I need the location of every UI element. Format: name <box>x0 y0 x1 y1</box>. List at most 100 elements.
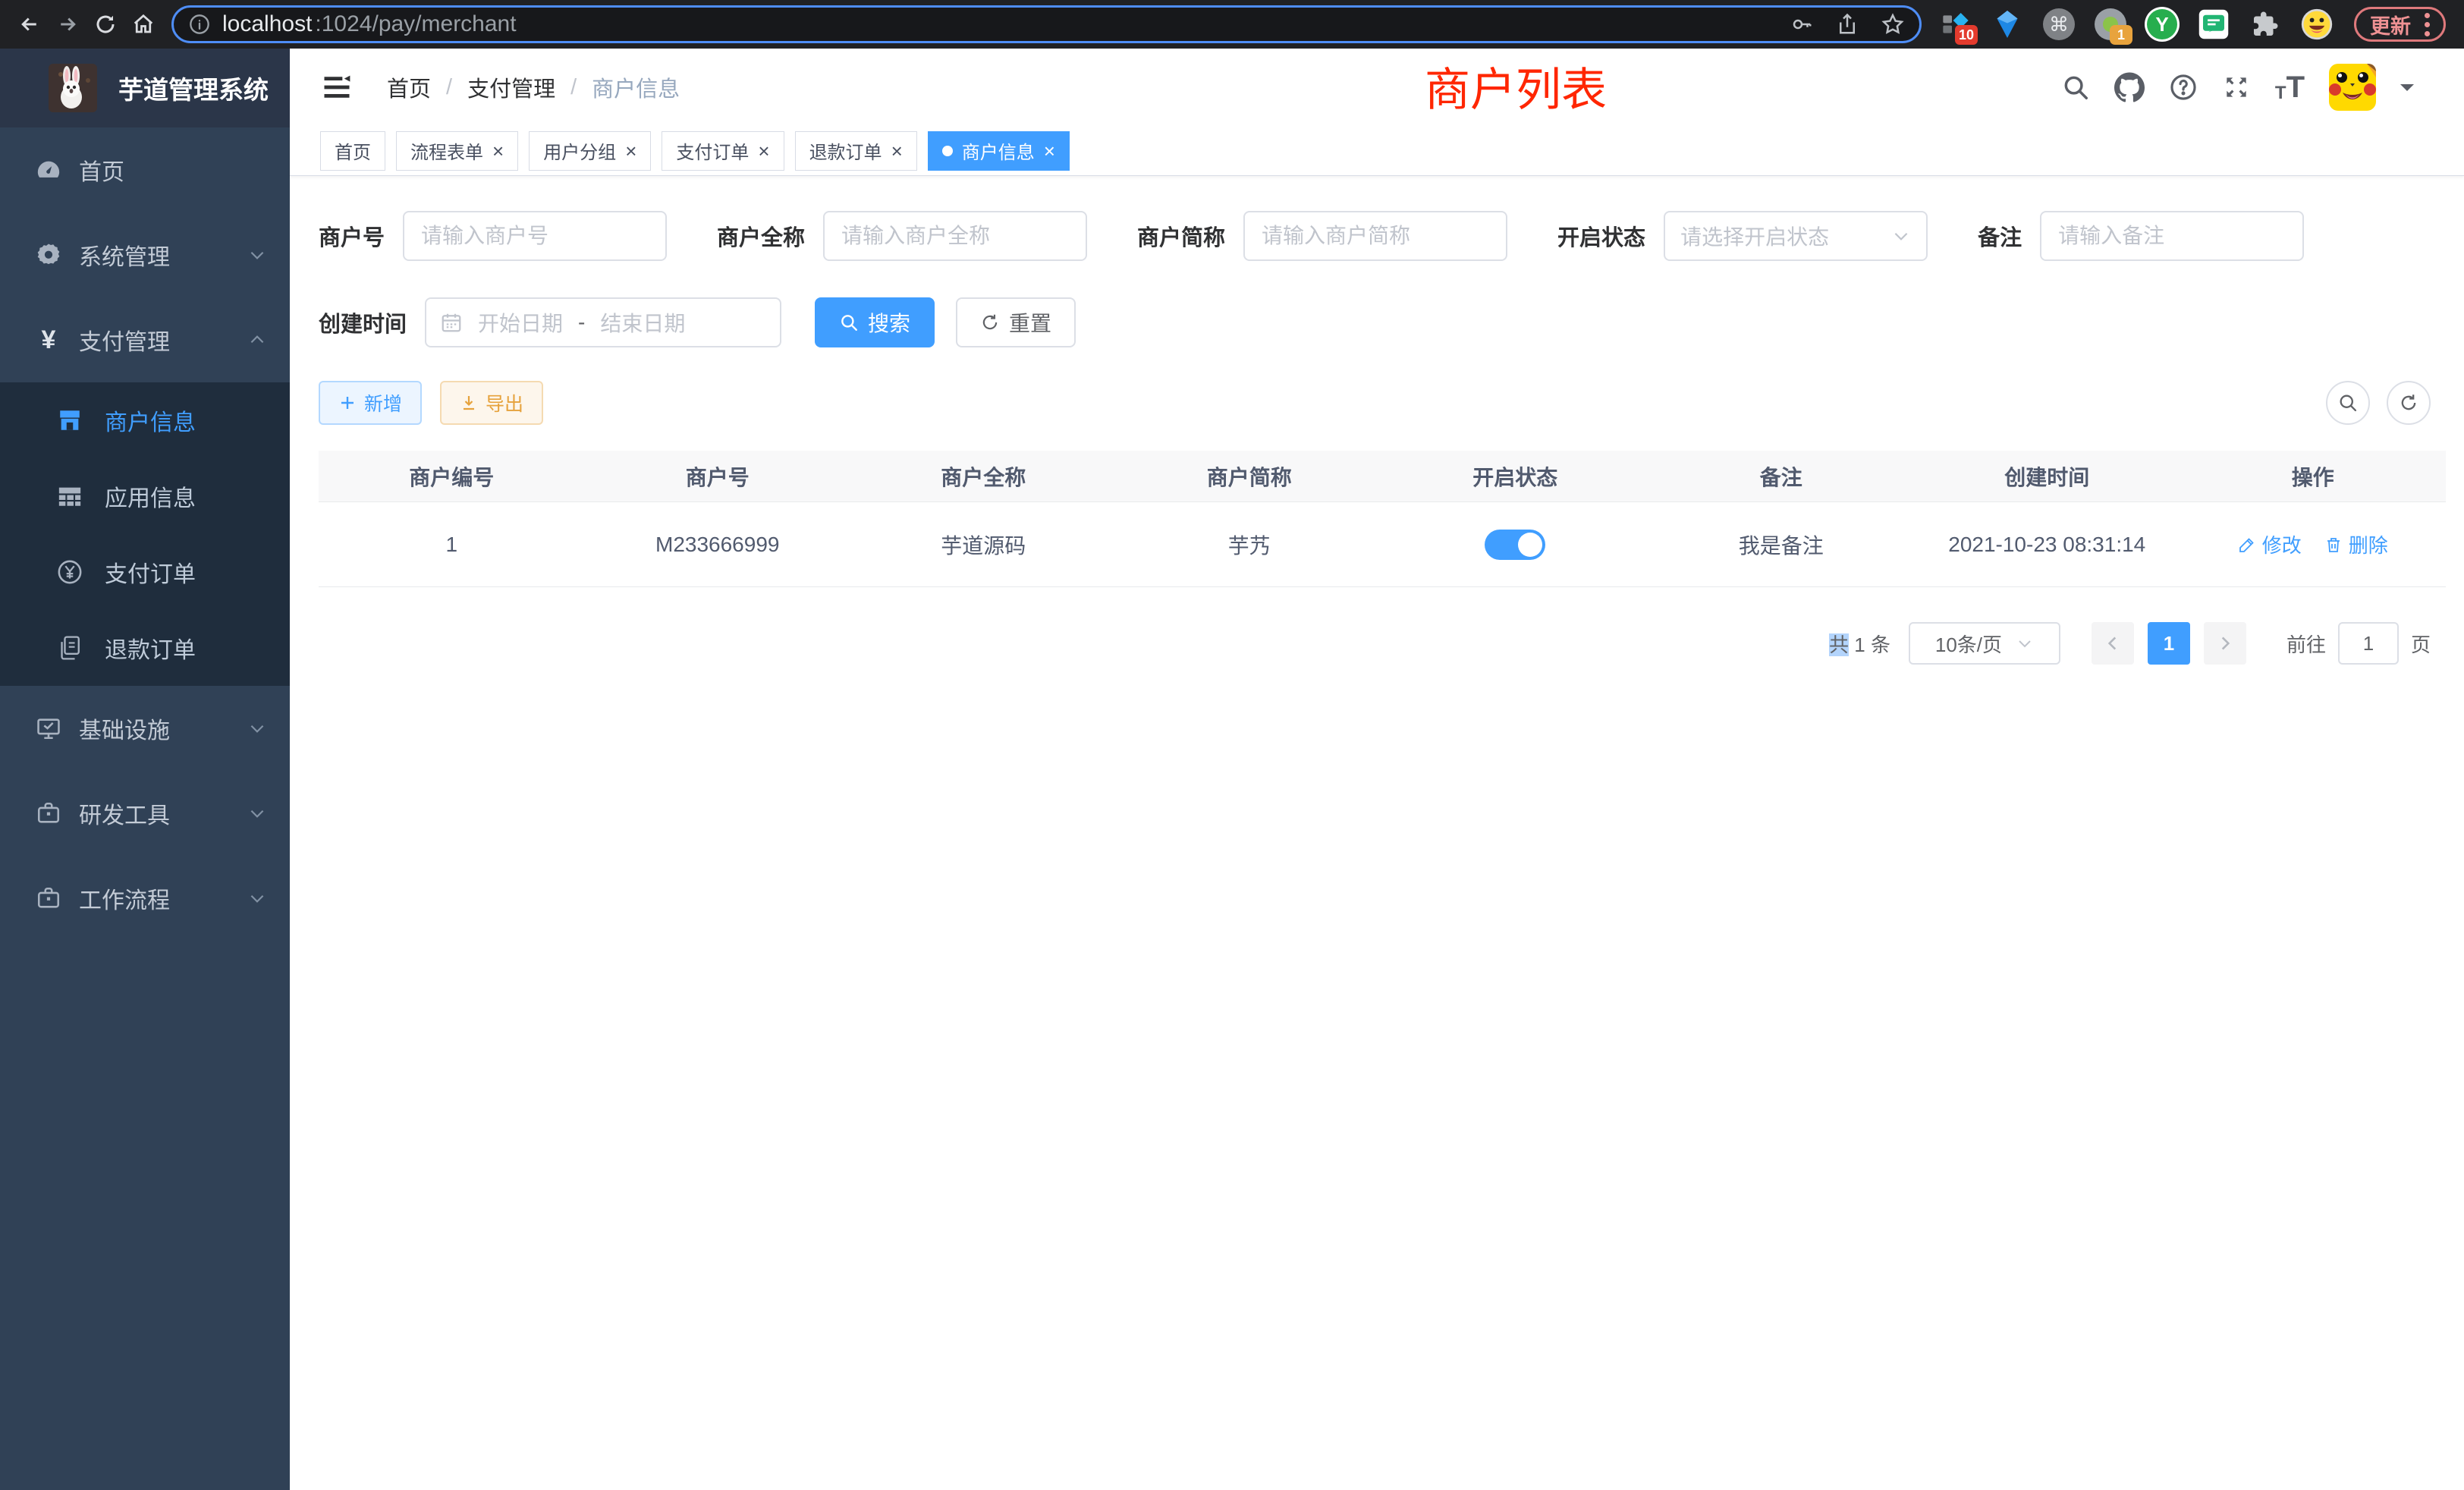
browser-menu-icon[interactable] <box>2425 13 2430 36</box>
add-button[interactable]: 新增 <box>319 381 422 425</box>
cell-merchant-name: 芋道源码 <box>850 530 1117 560</box>
chevron-down-icon <box>247 888 267 908</box>
tab-merchant-info[interactable]: 商户信息× <box>928 131 1070 171</box>
column-header: 操作 <box>2180 461 2447 492</box>
sidebar-item-merchant-info[interactable]: 商户信息 <box>0 382 290 458</box>
edit-pen-icon <box>2238 536 2256 554</box>
app-window: 芋道管理系统 首页 系统管理 ¥ 支付管理 <box>0 49 2464 1490</box>
sidebar-item-label: 工作流程 <box>79 882 170 915</box>
search-button-label: 搜索 <box>868 307 910 338</box>
browser-back-button[interactable] <box>11 5 49 43</box>
password-key-icon[interactable] <box>1790 13 1813 36</box>
merchant-short-input[interactable] <box>1243 211 1507 261</box>
address-bar[interactable]: localhost :1024/pay/merchant <box>171 5 1922 43</box>
delete-link[interactable]: 删除 <box>2324 530 2388 558</box>
user-avatar[interactable] <box>2329 64 2376 111</box>
date-range-picker[interactable]: 开始日期 - 结束日期 <box>425 297 781 347</box>
extension-area: 10 ⌘ 1 Y 更新 <box>1931 7 2453 42</box>
avatar-caret-icon[interactable] <box>2400 84 2414 98</box>
close-icon[interactable]: × <box>492 141 504 161</box>
merchant-no-input[interactable] <box>403 211 667 261</box>
breadcrumb-home[interactable]: 首页 <box>387 71 431 103</box>
font-size-icon[interactable]: TT <box>2275 72 2305 102</box>
sidebar-item-pay[interactable]: ¥ 支付管理 <box>0 297 290 382</box>
profile-emoji-icon[interactable] <box>2299 7 2334 42</box>
tab-refund-order[interactable]: 退款订单× <box>795 131 917 171</box>
extension-y-icon[interactable]: Y <box>2145 7 2180 42</box>
browser-toolbar: localhost :1024/pay/merchant 10 ⌘ 1 <box>0 0 2464 49</box>
extension-recorder-icon[interactable]: 1 <box>2093 7 2128 42</box>
tab-pay-order[interactable]: 支付订单× <box>662 131 784 171</box>
search-icon[interactable] <box>2061 73 2090 102</box>
tab-process-form[interactable]: 流程表单× <box>396 131 518 171</box>
goto-page-input[interactable] <box>2338 622 2399 665</box>
github-icon[interactable] <box>2114 72 2145 102</box>
tags-view-bar: 首页 流程表单× 用户分组 × 支付订单× 退款订单× 商户信息× <box>290 126 2464 176</box>
status-toggle[interactable] <box>1485 530 1545 560</box>
sidebar-item-app-info[interactable]: 应用信息 <box>0 458 290 534</box>
extension-gem-icon[interactable] <box>1990 7 2025 42</box>
sidebar-item-refund-order[interactable]: 退款订单 <box>0 610 290 686</box>
tab-user-group[interactable]: 用户分组 × <box>529 131 651 171</box>
merchant-name-input[interactable] <box>823 211 1087 261</box>
reset-button[interactable]: 重置 <box>956 297 1076 347</box>
extensions-puzzle-icon[interactable] <box>2248 7 2283 42</box>
page-unit-label: 页 <box>2411 630 2431 658</box>
browser-home-button[interactable] <box>124 5 162 43</box>
sidebar-submenu-pay: 商户信息 应用信息 支付订单 退款订单 <box>0 382 290 686</box>
total-count: 1 <box>1849 633 1871 656</box>
show-search-toggle-button[interactable] <box>2326 381 2370 425</box>
close-icon[interactable]: × <box>758 141 769 161</box>
yen-circle-icon <box>56 559 83 585</box>
edit-link-label: 修改 <box>2262 530 2302 558</box>
tab-label: 用户分组 <box>543 137 616 164</box>
close-icon[interactable]: × <box>1044 141 1055 161</box>
sidebar-item-label: 基础设施 <box>79 712 170 745</box>
chevron-right-icon <box>2215 633 2235 653</box>
navbar-actions: TT <box>2061 64 2414 111</box>
column-header: 创建时间 <box>1914 461 2180 492</box>
close-icon[interactable]: × <box>625 141 636 161</box>
toggle-knob <box>1518 533 1542 557</box>
column-header: 商户简称 <box>1117 461 1383 492</box>
remark-input[interactable] <box>2040 211 2304 261</box>
sidebar-item-workflow[interactable]: 工作流程 <box>0 856 290 941</box>
sidebar-item-system[interactable]: 系统管理 <box>0 212 290 297</box>
help-icon[interactable] <box>2169 73 2198 102</box>
sidebar-item-pay-order[interactable]: 支付订单 <box>0 534 290 610</box>
sidebar-item-home[interactable]: 首页 <box>0 127 290 212</box>
breadcrumb-pay[interactable]: 支付管理 <box>467 71 555 103</box>
large-t-glyph: T <box>2286 72 2305 102</box>
chevron-down-icon <box>247 803 267 823</box>
current-page-button[interactable]: 1 <box>2148 622 2190 665</box>
column-header: 商户编号 <box>319 461 585 492</box>
bookmark-star-icon[interactable] <box>1881 13 1904 36</box>
refresh-table-button[interactable] <box>2387 381 2431 425</box>
reset-button-label: 重置 <box>1009 307 1051 338</box>
prev-page-button[interactable] <box>2092 622 2134 665</box>
fullscreen-icon[interactable] <box>2222 73 2251 102</box>
sidebar-item-label: 退款订单 <box>105 631 196 665</box>
share-icon[interactable] <box>1836 13 1859 36</box>
extension-command-icon[interactable]: ⌘ <box>2041 7 2076 42</box>
sidebar-fold-icon[interactable] <box>320 71 354 104</box>
site-info-icon[interactable] <box>189 14 210 35</box>
sidebar-item-infrastructure[interactable]: 基础设施 <box>0 686 290 771</box>
browser-forward-button[interactable] <box>49 5 86 43</box>
selected-text: 共 <box>1829 633 1849 656</box>
page-size-select[interactable]: 10条/页 <box>1909 622 2060 665</box>
trash-icon <box>2324 536 2343 554</box>
edit-link[interactable]: 修改 <box>2238 530 2302 558</box>
close-icon[interactable]: × <box>891 141 903 161</box>
sidebar-item-dev-tools[interactable]: 研发工具 <box>0 771 290 856</box>
browser-update-button[interactable]: 更新 <box>2354 7 2446 42</box>
extension-chat-icon[interactable] <box>2196 7 2231 42</box>
search-button[interactable]: 搜索 <box>815 297 935 347</box>
tab-home[interactable]: 首页 <box>320 131 385 171</box>
export-button[interactable]: 导出 <box>440 381 543 425</box>
next-page-button[interactable] <box>2204 622 2246 665</box>
extension-tabs-icon[interactable]: 10 <box>1938 7 1973 42</box>
logo-area[interactable]: 芋道管理系统 <box>0 49 290 127</box>
browser-reload-button[interactable] <box>86 5 124 43</box>
status-select[interactable]: 请选择开启状态 <box>1664 211 1928 261</box>
